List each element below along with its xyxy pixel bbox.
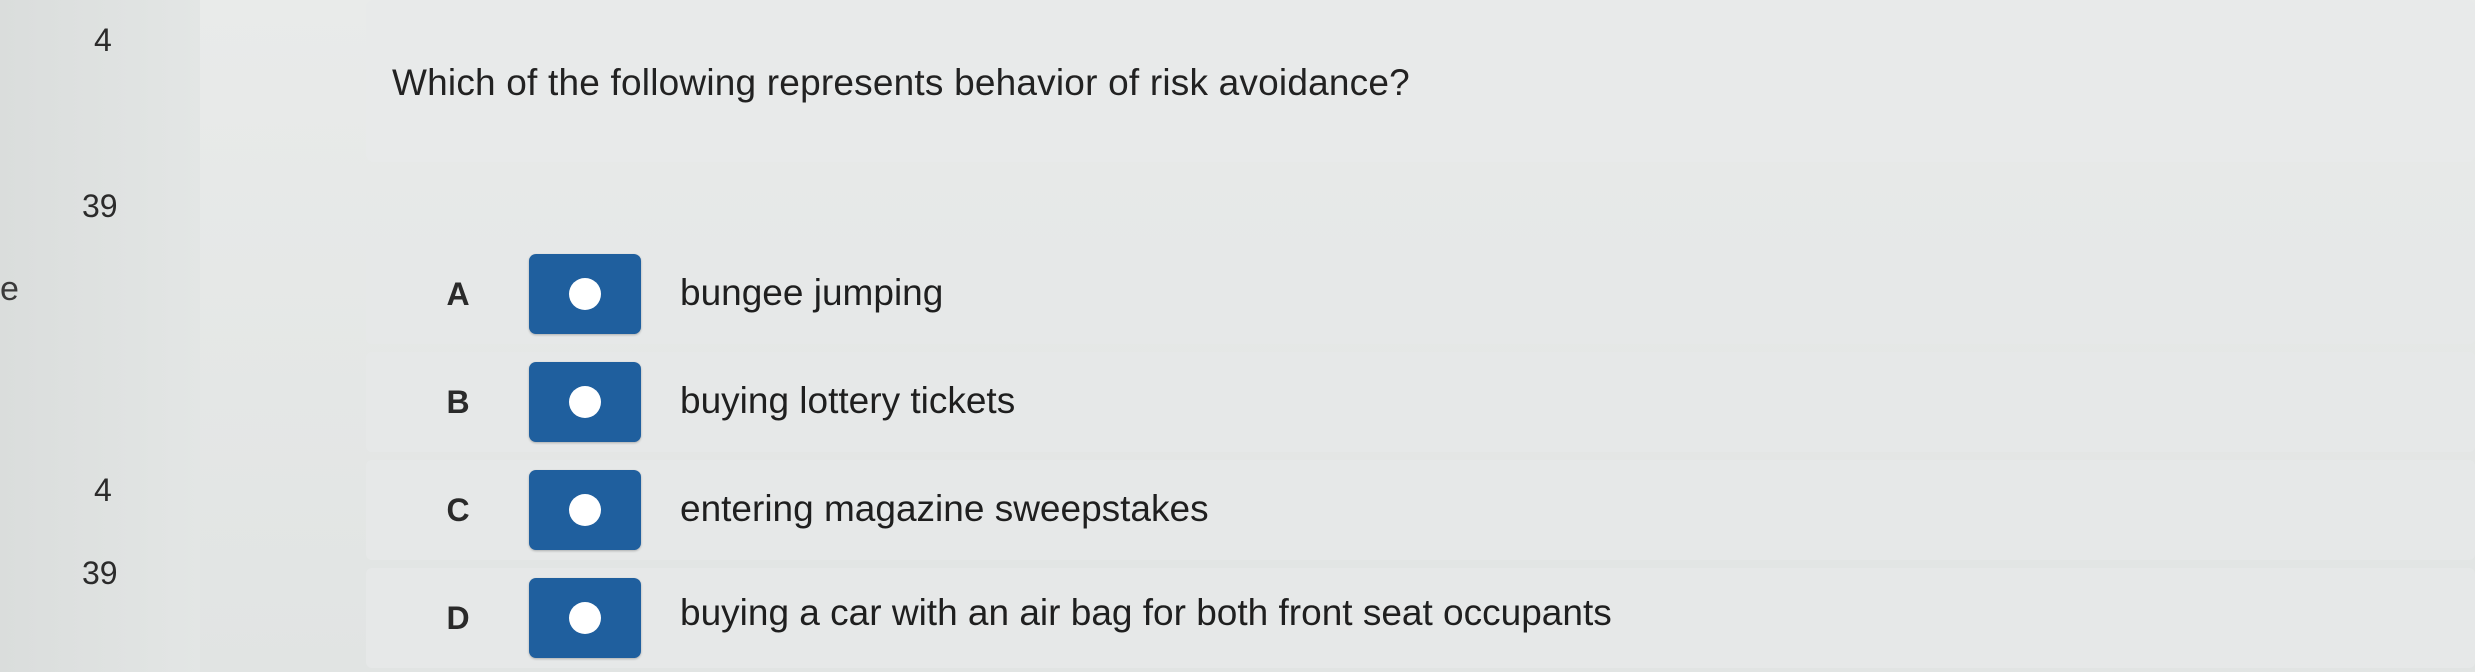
- radio-dot-icon: [569, 278, 601, 310]
- option-letter: C: [446, 492, 470, 528]
- option-b-radio-button[interactable]: [529, 362, 641, 442]
- option-a-radio-button[interactable]: [529, 254, 641, 334]
- radio-dot-icon: [569, 386, 601, 418]
- quiz-page: 4 39 e 4 39 Which of the following repre…: [0, 0, 2475, 672]
- option-c-radio-button[interactable]: [529, 470, 641, 550]
- option-row-b[interactable]: B buying lottery tickets: [366, 352, 2475, 452]
- gutter-number: 4: [94, 22, 112, 58]
- option-row-d[interactable]: D buying a car with an air bag for both …: [366, 568, 2475, 668]
- radio-dot-icon: [569, 494, 601, 526]
- option-text: buying lottery tickets: [680, 380, 1016, 421]
- option-letter: A: [446, 276, 470, 312]
- gutter-number: 39: [82, 188, 118, 224]
- option-letter: B: [446, 384, 470, 420]
- option-text: entering magazine sweepstakes: [680, 488, 1209, 529]
- option-d-radio-button[interactable]: [529, 578, 641, 658]
- radio-dot-icon: [569, 602, 601, 634]
- option-letter: D: [446, 600, 470, 636]
- option-text: buying a car with an air bag for both fr…: [680, 592, 1612, 633]
- gutter-edge-letter: e: [0, 270, 19, 308]
- gutter-number: 4: [94, 472, 112, 508]
- gutter-number: 39: [82, 555, 118, 591]
- option-text: bungee jumping: [680, 272, 944, 313]
- option-row-a[interactable]: A bungee jumping: [366, 244, 2475, 344]
- option-row-c[interactable]: C entering magazine sweepstakes: [366, 460, 2475, 560]
- question-text: Which of the following represents behavi…: [392, 62, 1410, 103]
